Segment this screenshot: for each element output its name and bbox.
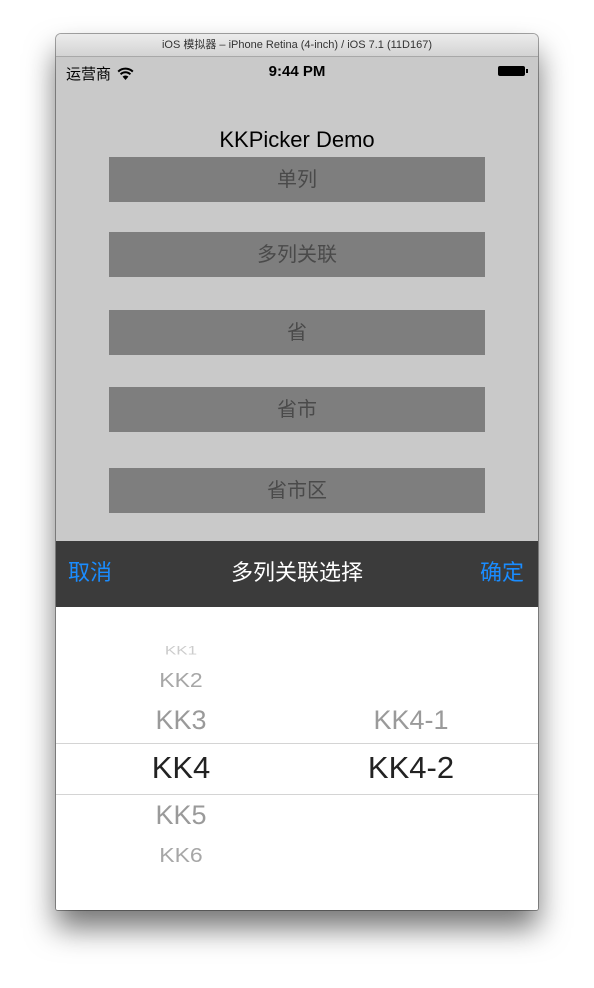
simulator-window: iOS 模拟器 – iPhone Retina (4-inch) / iOS 7… (56, 34, 538, 910)
picker-item-kk3[interactable]: KK3 (121, 705, 241, 736)
cancel-button[interactable]: 取消 (68, 541, 112, 607)
picker-item-kk1[interactable]: KK1 (121, 644, 241, 658)
picker-item-kk4-selected[interactable]: KK4 (121, 750, 241, 786)
selection-line-bottom (56, 794, 538, 795)
multi-column-linked-button[interactable]: 多列关联 (109, 232, 485, 277)
province-city-button[interactable]: 省市 (109, 387, 485, 432)
page-title: KKPicker Demo (219, 127, 375, 152)
province-button[interactable]: 省 (109, 310, 485, 355)
picker-item-kk4-1[interactable]: KK4-1 (346, 705, 476, 736)
status-bar: 运营商 9:44 PM (56, 57, 538, 85)
picker-title: 多列关联选择 (230, 561, 363, 586)
single-column-button[interactable]: 单列 (109, 157, 485, 202)
confirm-button[interactable]: 确定 (480, 541, 524, 607)
window-title: iOS 模拟器 – iPhone Retina (4-inch) / iOS 7… (56, 34, 538, 57)
device-screen: 运营商 9:44 PM KKPicker Demo 单列 多列关联 省 省市 省… (56, 57, 538, 910)
picker-item-kk2[interactable]: KK2 (121, 669, 241, 693)
selection-line-top (56, 743, 538, 744)
picker-item-kk4-2-selected[interactable]: KK4-2 (346, 750, 476, 786)
picker-item-kk5[interactable]: KK5 (121, 800, 241, 831)
battery-icon (498, 66, 528, 76)
picker-item-kk6[interactable]: KK6 (121, 844, 241, 868)
province-city-district-button[interactable]: 省市区 (109, 468, 485, 513)
picker-view[interactable]: KK1 KK2 KK3 KK4 KK5 KK6 KK4-1 KK4-2 (56, 607, 538, 910)
picker-toolbar: 取消 多列关联选择 确定 (56, 541, 538, 607)
status-time: 9:44 PM (268, 63, 326, 80)
